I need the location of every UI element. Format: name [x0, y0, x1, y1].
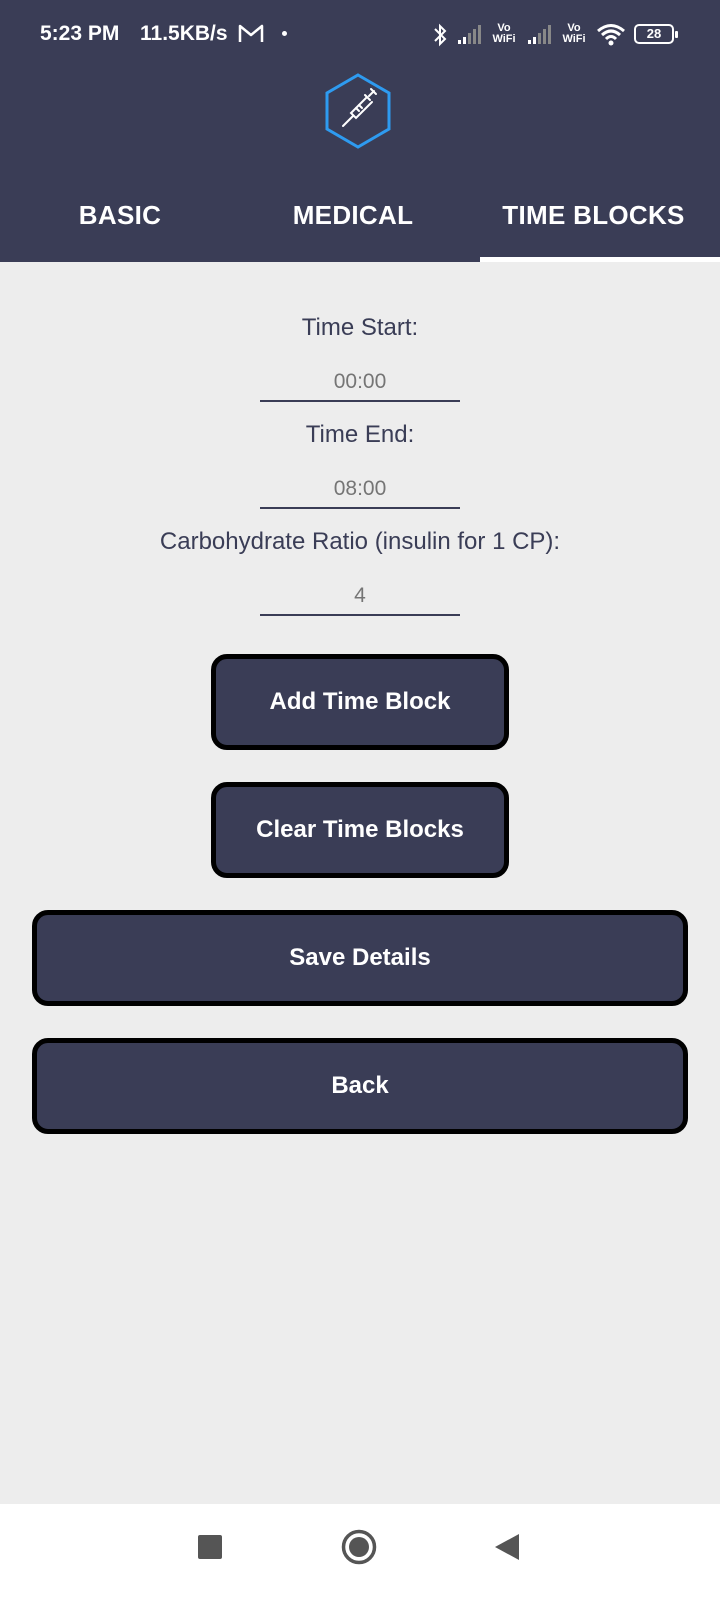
syringe-hexagon-icon [325, 73, 391, 149]
battery-icon: 28 [634, 24, 678, 44]
status-network-speed: 11.5KB/s [140, 22, 228, 45]
status-bar: 5:23 PM 11.5KB/s Vo WiFi Vo WiFi 28 [0, 0, 720, 70]
tab-bar: BASIC MEDICAL TIME BLOCKS [0, 180, 720, 262]
tab-medical[interactable]: MEDICAL [233, 180, 473, 262]
vowifi-icon: Vo WiFi [562, 22, 586, 45]
status-time: 5:23 PM [40, 22, 120, 45]
time-start-input[interactable] [260, 364, 460, 402]
system-nav-bar [0, 1504, 720, 1600]
carb-ratio-label: Carbohydrate Ratio (insulin for 1 CP): [159, 528, 561, 555]
save-details-button[interactable]: Save Details [32, 910, 688, 1006]
signal-icon [458, 25, 481, 44]
app-header: 5:23 PM 11.5KB/s Vo WiFi Vo WiFi 28 BASI… [0, 0, 720, 262]
gmail-icon [238, 24, 264, 42]
square-icon[interactable] [198, 1535, 222, 1559]
time-end-label: Time End: [305, 421, 415, 448]
vowifi-icon: Vo WiFi [492, 22, 516, 45]
tab-basic[interactable]: BASIC [0, 180, 240, 262]
bluetooth-icon [434, 23, 447, 47]
notification-dot [282, 31, 287, 36]
triangle-back-icon[interactable] [495, 1534, 519, 1560]
carb-ratio-input[interactable] [260, 578, 460, 616]
selected-tab-indicator [480, 257, 720, 262]
tab-time-blocks[interactable]: TIME BLOCKS [467, 180, 720, 262]
add-time-block-button[interactable]: Add Time Block [211, 654, 509, 750]
clear-time-blocks-button[interactable]: Clear Time Blocks [211, 782, 509, 878]
time-end-input[interactable] [260, 471, 460, 509]
wifi-icon [597, 24, 625, 46]
signal-icon [528, 25, 551, 44]
circle-icon[interactable] [341, 1529, 377, 1565]
time-start-label: Time Start: [301, 314, 419, 341]
back-button[interactable]: Back [32, 1038, 688, 1134]
